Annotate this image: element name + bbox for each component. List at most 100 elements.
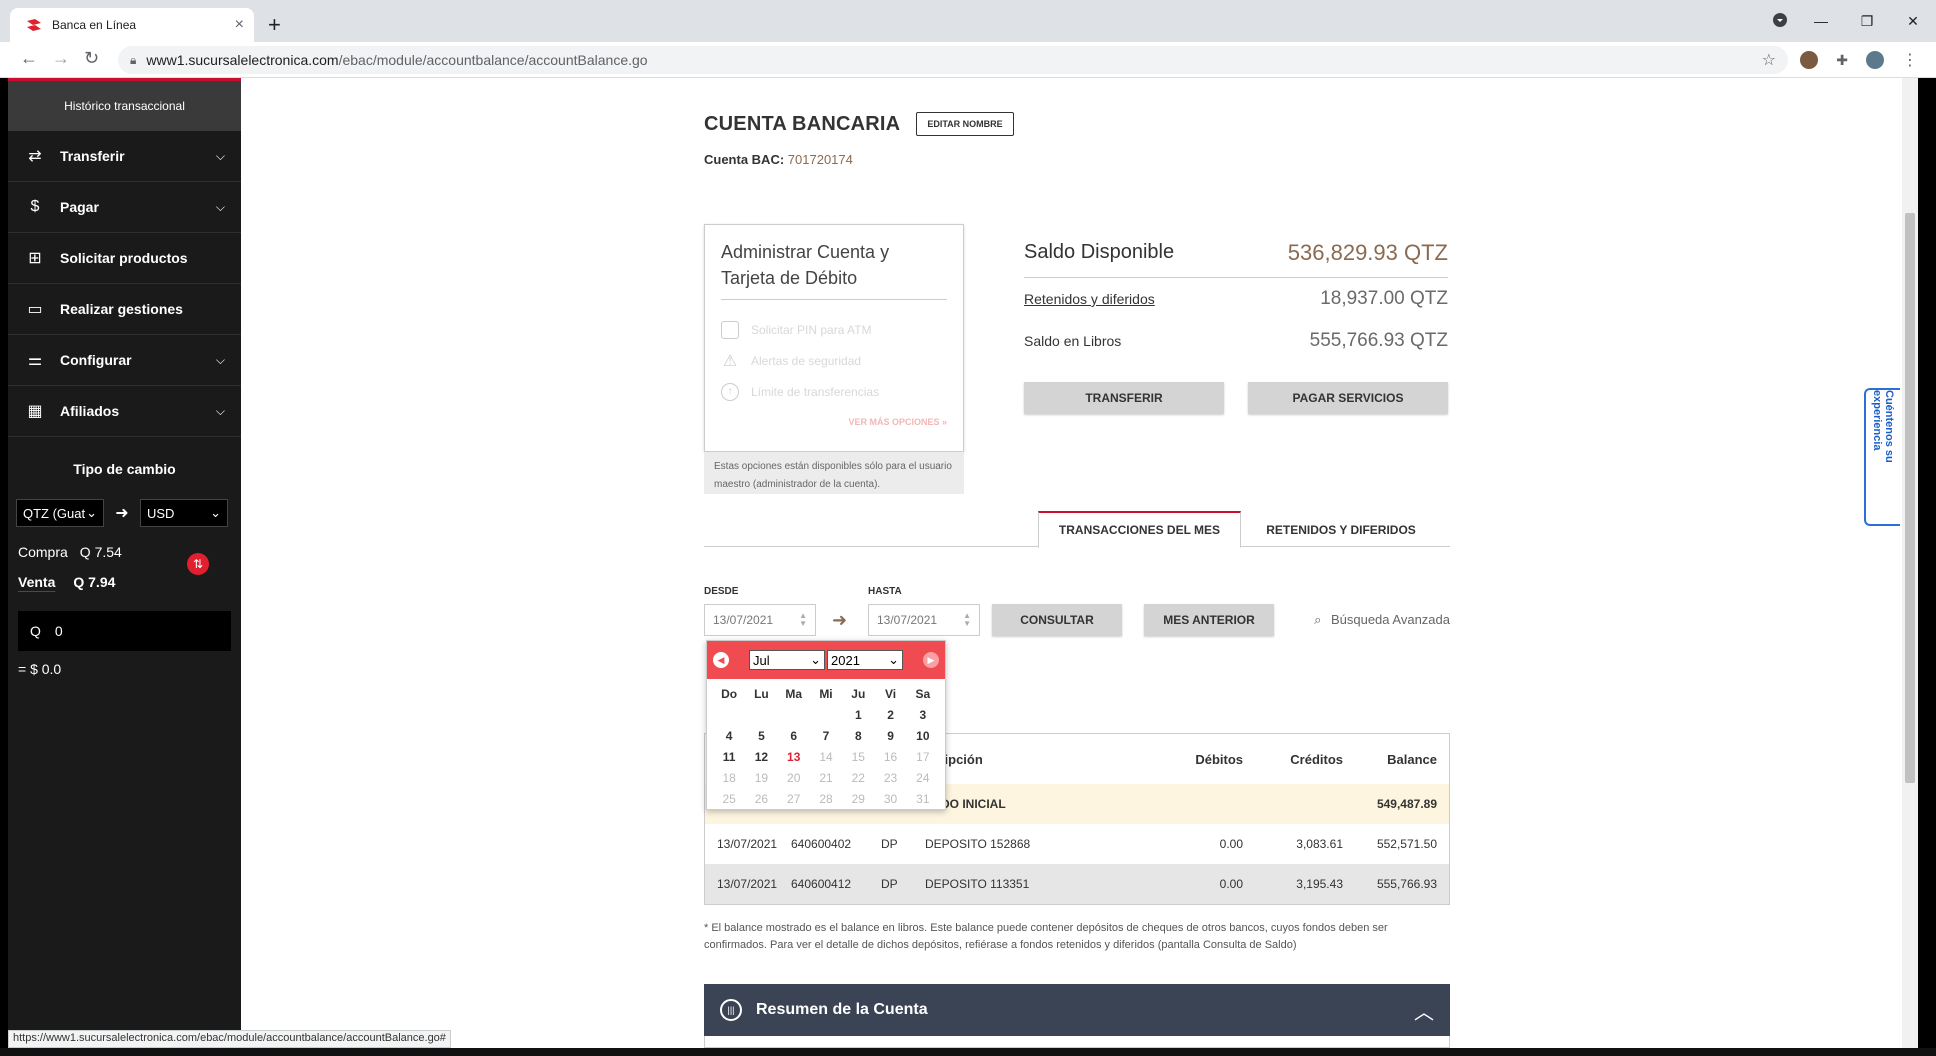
cell-balance: 555,766.93 bbox=[1376, 877, 1437, 891]
url-path: /ebac/module/accountbalance/accountBalan… bbox=[338, 52, 648, 68]
table-row[interactable]: 13/07/2021 640600402 DP DEPOSITO 152868 … bbox=[705, 824, 1449, 864]
to-date-input[interactable]: 13/07/2021 ▲ ▼ bbox=[868, 604, 980, 636]
fx-rates: Compra Q 7.54 Venta Q 7.94 ⇅ bbox=[18, 537, 231, 597]
held-balance: Retenidos y diferidos 18,937.00 QTZ bbox=[1024, 278, 1448, 320]
account-header: CUENTA BANCARIA EDITAR NOMBRE bbox=[704, 112, 1014, 136]
calendar-day[interactable]: 9 bbox=[874, 726, 906, 747]
query-button[interactable]: CONSULTAR bbox=[992, 604, 1122, 636]
sidebar-item-history[interactable]: Histórico transaccional bbox=[8, 81, 241, 131]
chevron-up-icon[interactable]: ︿ bbox=[1414, 996, 1434, 1025]
reload-icon[interactable]: ↻ bbox=[84, 48, 99, 69]
advanced-search-link[interactable]: ⌕ Búsqueda Avanzada bbox=[1314, 612, 1450, 628]
year-select[interactable]: 2021 ⌄ bbox=[827, 650, 903, 670]
cell-debit: 0.00 bbox=[1219, 837, 1243, 851]
calendar-day[interactable]: 11 bbox=[713, 747, 745, 768]
chevron-down-icon: ⌵ bbox=[215, 403, 225, 418]
sidebar-item-gestiones[interactable]: ▭ Realizar gestiones bbox=[8, 284, 241, 335]
account-number-value: 701720174 bbox=[787, 152, 853, 167]
balance-actions: TRANSFERIR PAGAR SERVICIOS bbox=[1024, 382, 1448, 414]
calendar-day[interactable]: 6 bbox=[778, 726, 810, 747]
edit-name-button[interactable]: EDITAR NOMBRE bbox=[916, 112, 1014, 136]
summary-title: Resumen de la Cuenta bbox=[756, 1001, 928, 1018]
close-window-icon[interactable]: ✕ bbox=[1890, 13, 1936, 30]
calendar-day[interactable]: 5 bbox=[745, 726, 777, 747]
book-balance: Saldo en Libros 555,766.93 QTZ bbox=[1024, 320, 1448, 362]
admin-option-pin: Solicitar PIN para ATM bbox=[721, 314, 963, 345]
fx-result: = $ 0.0 bbox=[18, 661, 62, 677]
window-controls: — ❐ ✕ bbox=[1762, 0, 1936, 42]
bookmark-star-icon[interactable]: ☆ bbox=[1762, 50, 1776, 70]
minimize-icon[interactable]: — bbox=[1798, 13, 1844, 29]
calendar-blank bbox=[778, 705, 810, 726]
sidebar-item-solicitar[interactable]: ⊞ Solicitar productos bbox=[8, 233, 241, 284]
calendar-day[interactable]: 4 bbox=[713, 726, 745, 747]
scrollbar-thumb[interactable] bbox=[1905, 213, 1915, 783]
account-summary-header[interactable]: ||| Resumen de la Cuenta ︿ bbox=[704, 984, 1450, 1036]
cell-type: DP bbox=[881, 837, 898, 851]
from-date-input[interactable]: 13/07/2021 ▲ ▼ bbox=[704, 604, 816, 636]
calendar-day: 24 bbox=[916, 771, 930, 785]
calculator-icon: ▦ bbox=[27, 403, 43, 420]
next-month-icon[interactable]: ▶ bbox=[923, 652, 939, 668]
sidebar-item-afiliados[interactable]: ▦ Afiliados ⌵ bbox=[8, 386, 241, 437]
calendar-day[interactable]: 12 bbox=[745, 747, 777, 768]
calendar-day: 30 bbox=[883, 792, 898, 806]
calendar-day[interactable]: 13 bbox=[778, 747, 810, 768]
tab-strip: Banca en Línea × + — ❐ ✕ bbox=[0, 0, 1936, 42]
available-balance: Saldo Disponible 536,829.93 QTZ bbox=[1024, 228, 1448, 278]
admin-option-label: Solicitar PIN para ATM bbox=[751, 322, 872, 337]
forward-icon[interactable]: → bbox=[52, 48, 70, 69]
more-options-link[interactable]: VER MÁS OPCIONES » bbox=[705, 417, 947, 427]
fx-amount-input[interactable]: Q 0 bbox=[18, 611, 231, 651]
sidebar-item-transferir[interactable]: ⇄ Transferir ⌵ bbox=[8, 131, 241, 182]
datepicker: ◀ Jul ⌄ 2021 ⌄ ▶ Do Lu Ma Mi Ju Vi Sa 1 2 3 4 5 6 7 8 9 10… bbox=[706, 640, 946, 810]
table-row[interactable]: 13/07/2021 640600412 DP DEPOSITO 113351 … bbox=[705, 864, 1449, 904]
transfer-button[interactable]: TRANSFERIR bbox=[1024, 382, 1224, 414]
profile-menu-icon[interactable] bbox=[1762, 12, 1798, 30]
new-tab-icon[interactable]: + bbox=[268, 12, 281, 38]
balance-footnote: * El balance mostrado es el balance en l… bbox=[704, 922, 1388, 951]
calendar-day: 26 bbox=[754, 792, 769, 806]
tab-held[interactable]: RETENIDOS Y DIFERIDOS bbox=[1241, 511, 1441, 548]
menu-icon[interactable]: ⋮ bbox=[1902, 50, 1918, 70]
avatar[interactable] bbox=[1866, 51, 1884, 69]
fx-input-value: 0 bbox=[54, 623, 63, 639]
admin-option-alerts: ⚠ Alertas de seguridad bbox=[721, 345, 963, 376]
search-icon: ⌕ bbox=[1314, 612, 1322, 627]
calendar-day[interactable]: 3 bbox=[907, 705, 939, 726]
month-select[interactable]: Jul ⌄ bbox=[749, 650, 825, 670]
browser-tab[interactable]: Banca en Línea × bbox=[10, 8, 254, 42]
held-balance-link[interactable]: Retenidos y diferidos bbox=[1024, 291, 1155, 307]
sidebar-item-label: Transferir bbox=[60, 148, 125, 164]
restore-icon[interactable]: ❐ bbox=[1844, 13, 1890, 30]
sidebar-item-label: Solicitar productos bbox=[60, 250, 188, 266]
scrollbar[interactable] bbox=[1902, 78, 1918, 1048]
calendar-day[interactable]: 7 bbox=[810, 726, 842, 747]
calendar-day: 31 bbox=[916, 792, 930, 806]
chevron-down-icon: ⌄ bbox=[210, 505, 221, 520]
sidebar-item-pagar[interactable]: $ Pagar ⌵ bbox=[8, 182, 241, 233]
prev-month-icon[interactable]: ◀ bbox=[713, 652, 729, 668]
sidebar-item-configurar[interactable]: ⚌ Configurar ⌵ bbox=[8, 335, 241, 386]
tab-transactions[interactable]: TRANSACCIONES DEL MES bbox=[1038, 511, 1241, 548]
col-credits: Créditos bbox=[1290, 751, 1343, 767]
calendar-day[interactable]: 10 bbox=[907, 726, 939, 747]
swap-icon[interactable]: ⇅ bbox=[187, 553, 209, 575]
fx-from-select[interactable]: QTZ (Guat ⌄ bbox=[16, 499, 104, 527]
extension-icon[interactable] bbox=[1800, 51, 1819, 69]
url-field[interactable]: 🔒︎ www1.sucursalelectronica.com /ebac/mo… bbox=[118, 46, 1788, 74]
weekday-header: Ma bbox=[785, 687, 803, 701]
cell-credit: 3,083.61 bbox=[1296, 837, 1343, 851]
calendar-day[interactable]: 1 bbox=[842, 705, 874, 726]
feedback-tab[interactable]: Cuéntenos su experiencia bbox=[1864, 388, 1900, 526]
previous-month-button[interactable]: MES ANTERIOR bbox=[1144, 604, 1274, 636]
close-tab-icon[interactable]: × bbox=[235, 16, 244, 34]
pay-services-button[interactable]: PAGAR SERVICIOS bbox=[1248, 382, 1448, 414]
back-icon[interactable]: ← bbox=[20, 48, 38, 69]
page-title: CUENTA BANCARIA bbox=[704, 112, 901, 135]
puzzle-icon[interactable]: ✚ bbox=[1836, 52, 1848, 69]
calendar-day[interactable]: 2 bbox=[874, 705, 906, 726]
transaction-tabs: TRANSACCIONES DEL MES RETENIDOS Y DIFERI… bbox=[704, 511, 1450, 548]
fx-to-select[interactable]: USD ⌄ bbox=[140, 499, 228, 527]
calendar-day[interactable]: 8 bbox=[842, 726, 874, 747]
